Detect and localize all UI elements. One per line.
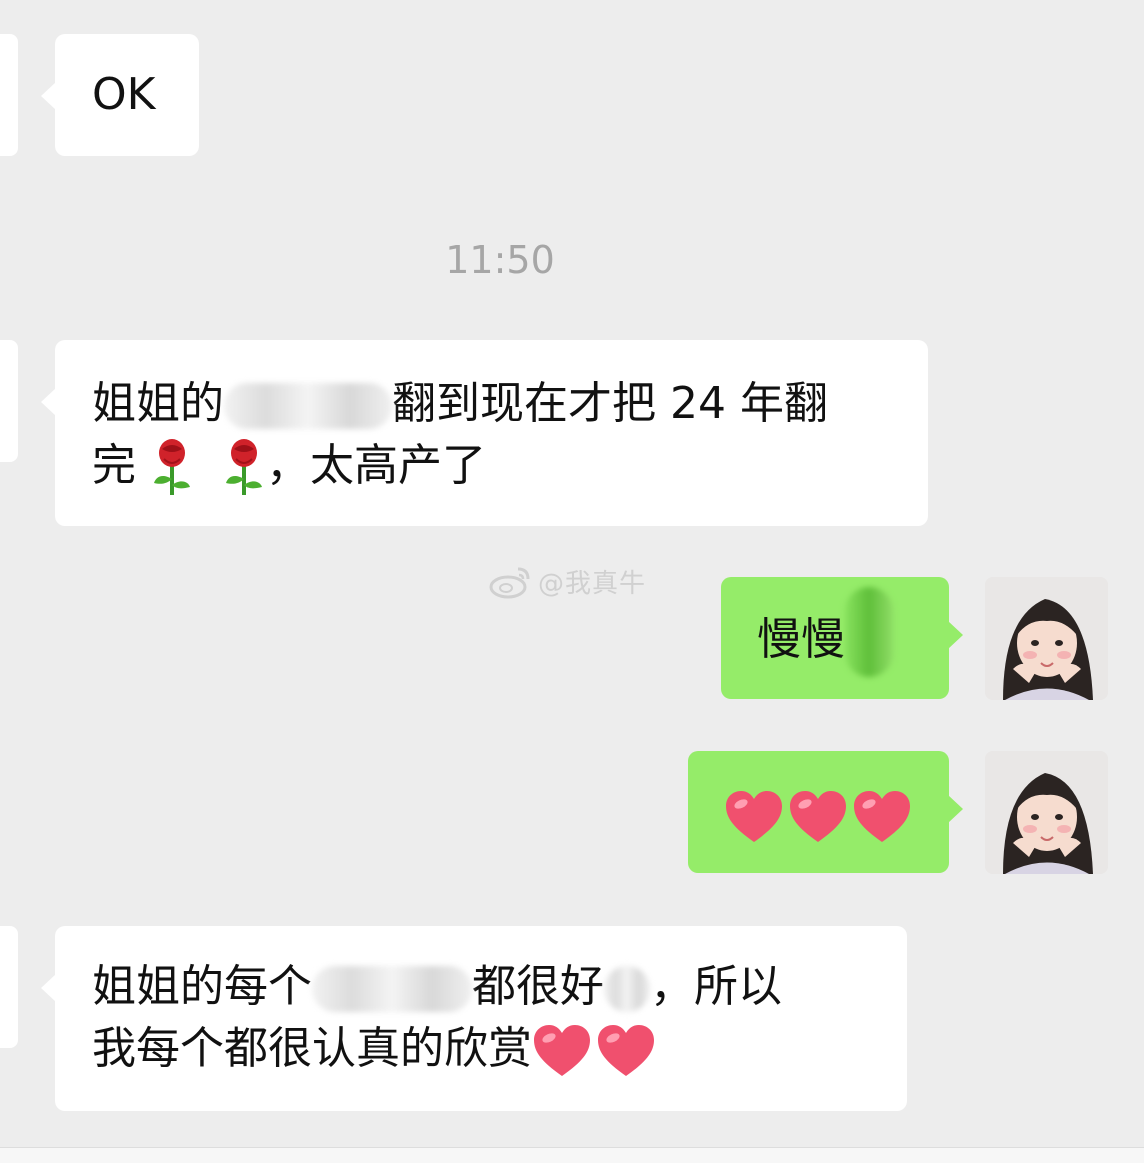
redacted-text [604,966,650,1012]
message-line-2: 完 ，太高产了 [92,435,928,497]
user-avatar[interactable] [985,751,1108,874]
contact-avatar[interactable] [0,340,18,462]
bubble-tail [41,974,56,1002]
message-line-1: 姐姐的 翻到现在才把 24 年翻 [92,373,928,435]
watermark-text: @我真牛 [538,569,647,599]
message-bubble-appreciate[interactable]: 姐姐的每个 都很好 ，所以 我每个都很认真的欣赏 [41,926,907,1111]
user-photo [985,751,1108,874]
message-text: OK [92,69,156,120]
message-text: 姐姐的 [92,378,224,429]
message-text: ，所以 [650,961,782,1012]
message-line-1: 姐姐的每个 都很好 ，所以 [92,956,907,1018]
user-photo [985,577,1108,700]
message-text: 翻到现在才把 24 年翻 [392,378,828,429]
bubble-tail [948,795,963,823]
message-text: 姐姐的每个 [92,961,312,1012]
heart-emoji [726,791,782,842]
weibo-watermark: @我真牛 [488,563,646,600]
redacted-text [312,966,472,1012]
user-avatar[interactable] [985,577,1108,700]
contact-avatar[interactable] [0,34,18,156]
bubble-tail [41,388,56,416]
message-bubble-productive[interactable]: 姐姐的 翻到现在才把 24 年翻 完 ，太高产了 [41,340,928,526]
message-text: 我每个都很认真的欣赏 [92,1023,532,1074]
message-text: 都很好 [472,961,604,1012]
heart-emoji [534,1025,590,1076]
heart-emoji [598,1025,654,1076]
input-bar[interactable] [0,1147,1144,1163]
message-text: 完 [92,440,136,491]
contact-avatar[interactable] [0,926,18,1048]
bubble-tail [41,82,56,110]
message-bubble-ok[interactable]: OK [41,34,199,156]
bubble-tail [948,621,963,649]
heart-emoji [790,791,846,842]
message-line-2: 我每个都很认真的欣赏 [92,1018,907,1080]
message-text: ，太高产了 [266,440,486,491]
heart-emoji [854,791,910,842]
message-bubble-slowly[interactable]: 慢慢 [721,577,963,699]
message-timestamp: 11:50 [445,238,555,282]
redacted-text [224,383,392,429]
rose-emoji [226,439,262,495]
rose-emoji [154,439,190,495]
message-text: 慢慢 [757,614,845,665]
message-bubble-hearts[interactable] [688,751,963,873]
weibo-icon [489,567,530,598]
redacted-text [845,587,893,677]
